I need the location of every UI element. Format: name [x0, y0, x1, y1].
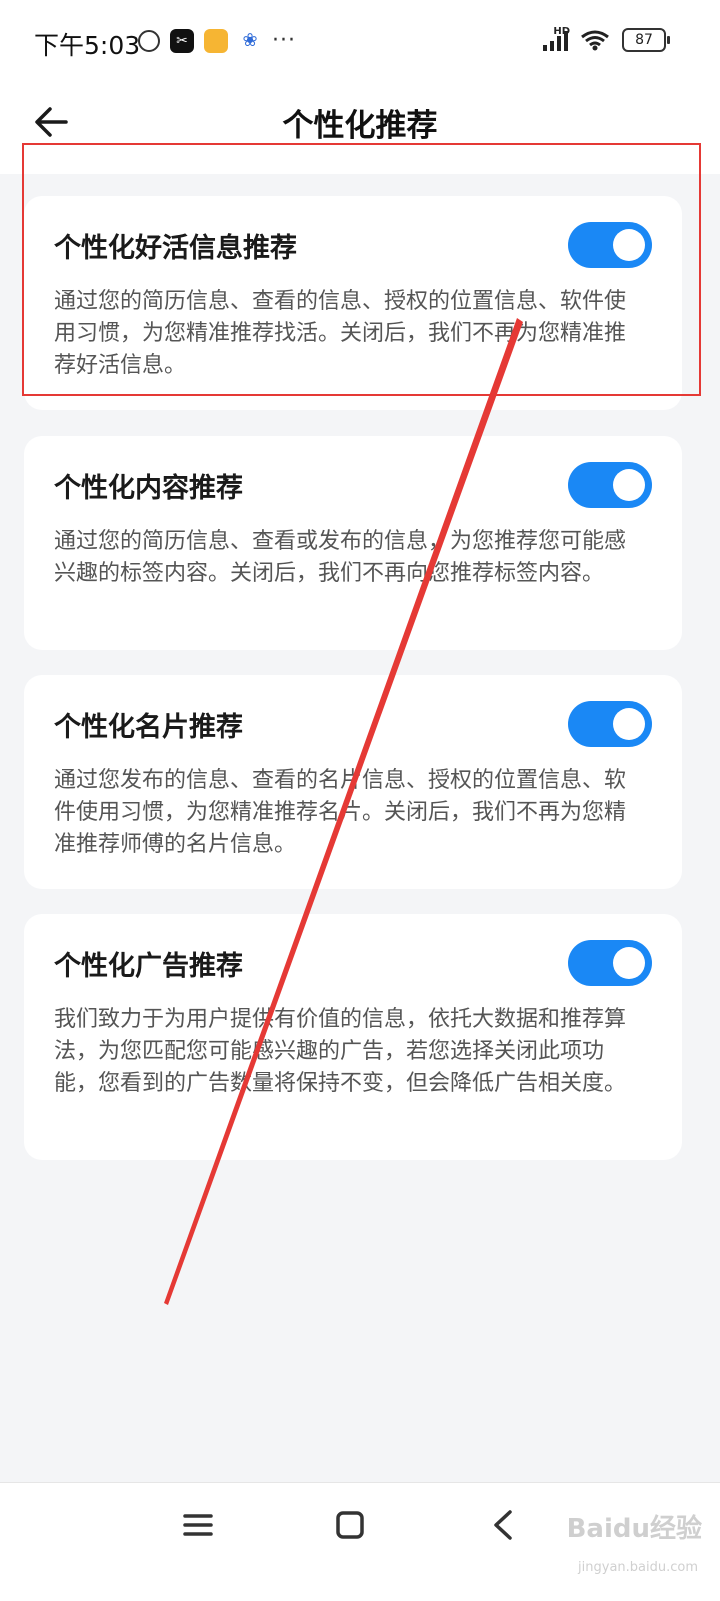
setting-card-ad-recommend: 个性化广告推荐 我们致力于为用户提供有价值的信息，依托大数据和推荐算法，为您匹配… [24, 914, 682, 1160]
status-time: 下午5:03 [34, 31, 141, 60]
toggle-knob [613, 469, 645, 501]
status-bar: 下午5:03 ✂ ❀ ··· HD 87 [0, 0, 720, 84]
baidu-watermark-url: jingyan.baidu.com [578, 1560, 698, 1575]
toggle-knob [613, 947, 645, 979]
content-recommend-toggle[interactable] [568, 462, 652, 508]
home-icon[interactable] [330, 1505, 370, 1545]
capcut-icon: ✂ [170, 28, 194, 53]
setting-card-content-recommend: 个性化内容推荐 通过您的简历信息、查看或发布的信息，为您推荐您可能感兴趣的标签内… [24, 436, 682, 650]
setting-description: 通过您的简历信息、查看或发布的信息，为您推荐您可能感兴趣的标签内容。关闭后，我们… [54, 529, 627, 586]
card-recommend-toggle[interactable] [568, 701, 652, 747]
notes-app-icon [204, 28, 228, 53]
setting-description: 我们致力于为用户提供有价值的信息，依托大数据和推荐算法，为您匹配您可能感兴趣的广… [54, 1007, 627, 1096]
battery-indicator: 87 [622, 28, 670, 52]
setting-title: 个性化内容推荐 [54, 473, 243, 504]
more-notifications-icon: ··· [272, 28, 296, 53]
setting-card-card-recommend: 个性化名片推荐 通过您发布的信息、查看的名片信息、授权的位置信息、软件使用习惯，… [24, 675, 682, 889]
back-icon[interactable] [484, 1505, 524, 1545]
setting-title: 个性化名片推荐 [54, 712, 243, 743]
setting-description: 通过您发布的信息、查看的名片信息、授权的位置信息、软件使用习惯，为您精准推荐名片… [54, 768, 627, 857]
annotation-highlight-box [22, 143, 701, 396]
alarm-icon [138, 29, 160, 52]
menu-icon[interactable] [178, 1505, 218, 1545]
page-title: 个性化推荐 [282, 108, 438, 144]
setting-title: 个性化广告推荐 [54, 951, 243, 982]
signal-icon [543, 29, 568, 51]
system-icons: 87 [543, 28, 670, 52]
wifi-icon [581, 30, 609, 51]
toggle-knob [613, 708, 645, 740]
ad-recommend-toggle[interactable] [568, 940, 652, 986]
baidu-paw-icon: ❀ [242, 30, 258, 51]
notification-icons: ✂ ❀ ··· [138, 28, 296, 53]
baidu-watermark: Baidu经验 [566, 1514, 702, 1544]
